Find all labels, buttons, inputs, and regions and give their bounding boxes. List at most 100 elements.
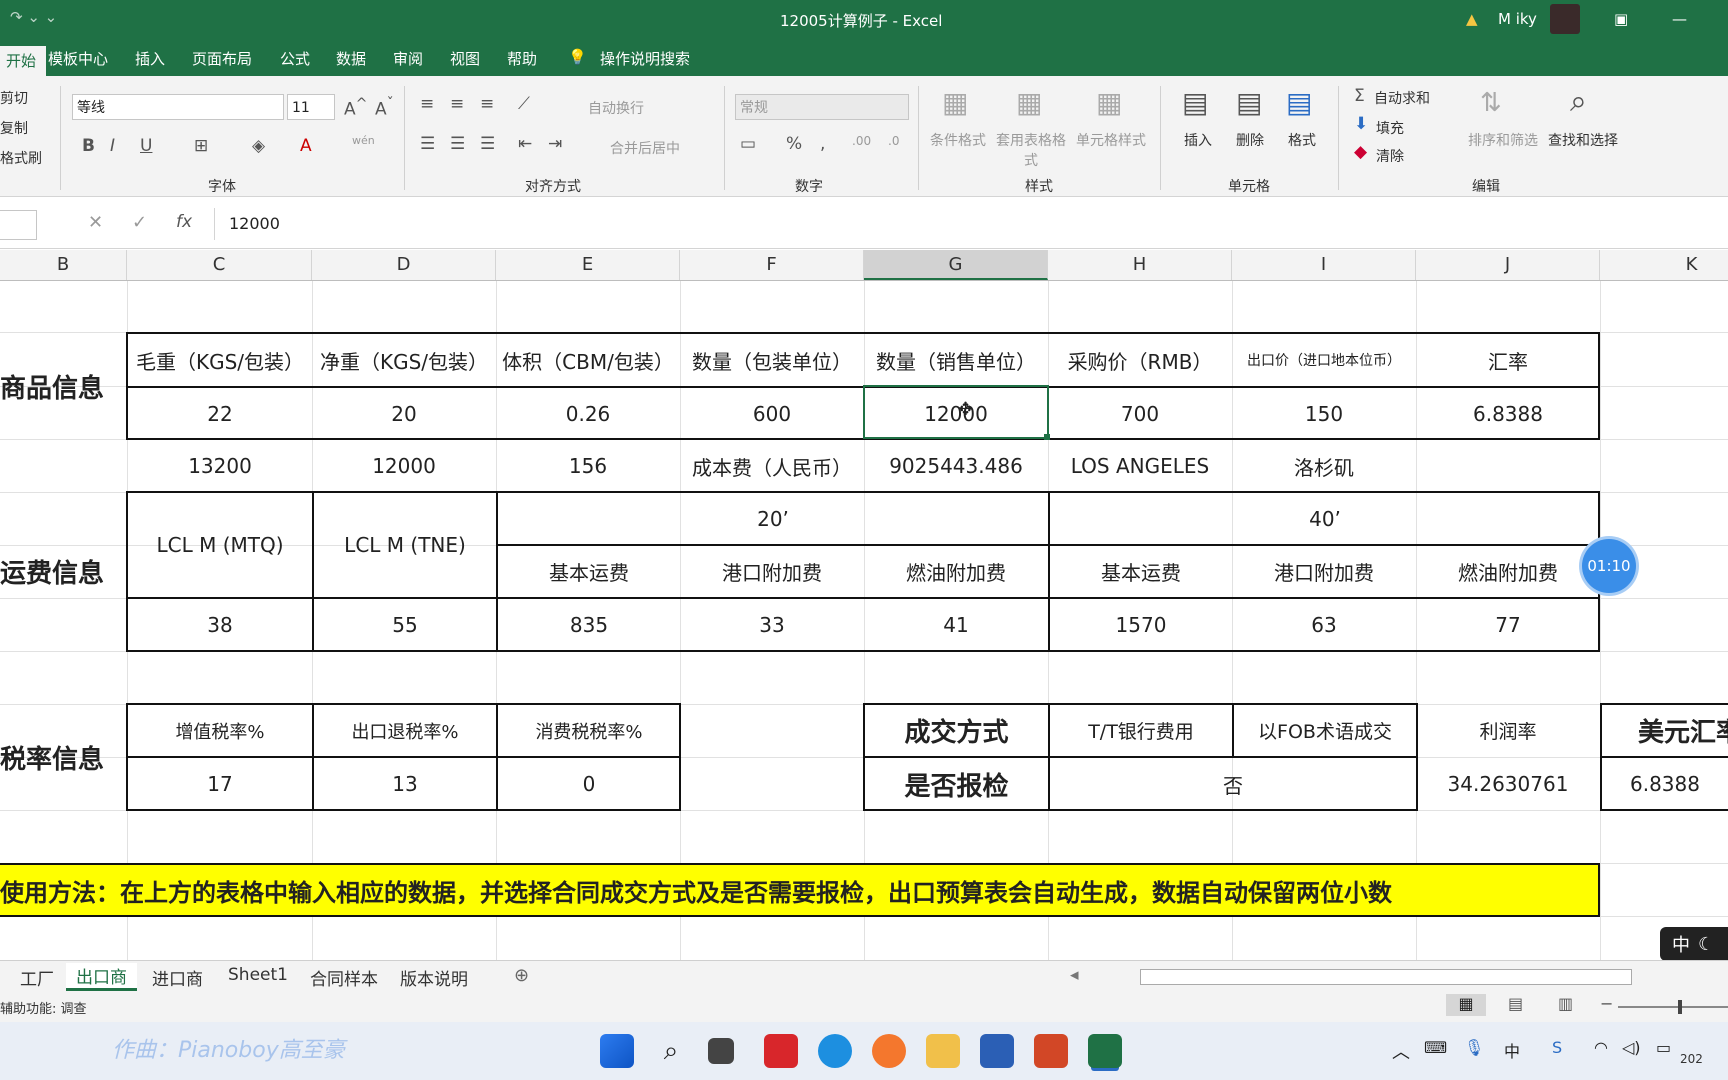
cell-j10[interactable]: 77 xyxy=(1416,599,1600,651)
cell-c10[interactable]: 38 xyxy=(128,599,312,651)
insert-cells-button[interactable]: 插入 xyxy=(1184,130,1212,150)
sheet-tab-factory[interactable]: 工厂 xyxy=(20,965,54,990)
font-size-select[interactable]: 11 xyxy=(287,94,335,120)
col-header-f[interactable]: F xyxy=(680,250,864,280)
col-header-i[interactable]: I xyxy=(1232,250,1416,280)
netease-music-icon[interactable] xyxy=(764,1034,798,1068)
align-bottom-icon[interactable]: ≡ xyxy=(480,94,494,114)
font-name-select[interactable]: 等线 xyxy=(72,94,284,120)
cell-g6[interactable]: 9025443.486 xyxy=(864,440,1048,492)
orientation-icon[interactable]: ⟋ xyxy=(518,94,530,114)
cell-h6[interactable]: LOS ANGELES xyxy=(1048,440,1232,492)
delete-cells-button[interactable]: 删除 xyxy=(1236,130,1264,150)
conditional-format-icon[interactable]: ▦ xyxy=(942,86,968,119)
sort-filter-icon[interactable]: ⇅ xyxy=(1480,88,1502,118)
profit-rate-value[interactable]: 34.2630761 xyxy=(1416,758,1600,810)
cell-h10[interactable]: 1570 xyxy=(1050,599,1232,651)
cancel-icon[interactable]: ✕ xyxy=(88,212,103,233)
tab-page-layout[interactable]: 页面布局 xyxy=(192,48,252,69)
ime-indicator[interactable]: 中 ☾ xyxy=(1660,927,1728,961)
tab-data[interactable]: 数据 xyxy=(336,48,366,69)
file-explorer-icon[interactable] xyxy=(926,1034,960,1068)
align-middle-icon[interactable]: ≡ xyxy=(450,94,464,114)
decrease-indent-icon[interactable]: ⇤ xyxy=(518,134,532,154)
border-icon[interactable]: ⊞ xyxy=(194,136,208,156)
insert-function-icon[interactable]: fx xyxy=(176,212,192,232)
search-icon[interactable]: ⌕ xyxy=(654,1034,688,1068)
col-header-k[interactable]: K xyxy=(1600,250,1728,280)
sheet-tab-sheet1[interactable]: Sheet1 xyxy=(228,965,288,985)
sheet-tab-contract[interactable]: 合同样本 xyxy=(310,965,378,990)
cell-e10[interactable]: 835 xyxy=(498,599,680,651)
system-clock[interactable]: 202 xyxy=(1680,1052,1703,1066)
autosum-icon[interactable]: Σ xyxy=(1354,86,1365,106)
sheet-tab-version[interactable]: 版本说明 xyxy=(400,965,468,990)
redo-icon[interactable]: ↷ ⌄ ⌄ xyxy=(10,8,57,26)
cut-button[interactable]: 剪切 xyxy=(0,88,28,108)
sheet-tab-importer[interactable]: 进口商 xyxy=(152,965,203,990)
table-format-button[interactable]: 套用表格格式 xyxy=(996,130,1066,170)
percent-icon[interactable]: % xyxy=(786,134,802,154)
cell-styles-button[interactable]: 单元格样式 xyxy=(1076,130,1146,150)
cell-g10[interactable]: 41 xyxy=(864,599,1048,651)
italic-icon[interactable]: I xyxy=(110,136,115,156)
tab-templates[interactable]: 模板中心 xyxy=(48,48,108,69)
align-center-icon[interactable]: ☰ xyxy=(450,134,465,154)
col-header-g[interactable]: G xyxy=(864,250,1048,280)
bold-icon[interactable]: B xyxy=(82,136,95,156)
cell-c13[interactable]: 17 xyxy=(128,758,312,810)
comma-icon[interactable]: , xyxy=(820,134,825,154)
fob-term-option[interactable]: 以FOB术语成交 xyxy=(1234,705,1416,756)
tab-help[interactable]: 帮助 xyxy=(507,48,537,69)
wifi-icon[interactable]: ◠ xyxy=(1594,1038,1608,1057)
cell-e5[interactable]: 0.26 xyxy=(496,388,680,440)
ime-tray-icon[interactable]: 中 xyxy=(1504,1038,1520,1062)
cell-d5[interactable]: 20 xyxy=(312,388,496,440)
delete-cells-icon[interactable]: ▤ xyxy=(1236,86,1262,119)
decrease-decimal-icon[interactable]: .0 xyxy=(888,134,899,148)
zoom-slider-thumb[interactable] xyxy=(1678,1000,1682,1014)
cell-h5[interactable]: 700 xyxy=(1048,388,1232,440)
col-header-c[interactable]: C xyxy=(127,250,312,280)
add-sheet-icon[interactable]: ⊕ xyxy=(514,965,529,986)
clear-button[interactable]: 清除 xyxy=(1376,146,1404,166)
tab-review[interactable]: 审阅 xyxy=(393,48,423,69)
tab-formulas[interactable]: 公式 xyxy=(280,48,310,69)
usd-rate-value[interactable]: 6.8388 xyxy=(1602,758,1728,810)
battery-icon[interactable]: ▭ xyxy=(1656,1038,1671,1057)
accounting-icon[interactable]: ▭ xyxy=(740,134,756,154)
page-break-view-icon[interactable]: ▥ xyxy=(1558,994,1573,1013)
cell-j5[interactable]: 6.8388 xyxy=(1416,388,1600,440)
edge-icon[interactable] xyxy=(818,1034,852,1068)
minimize-icon[interactable]: — xyxy=(1672,10,1687,28)
fill-color-icon[interactable]: ◈ xyxy=(252,136,265,156)
word-icon[interactable] xyxy=(980,1034,1014,1068)
font-color-icon[interactable]: A xyxy=(300,136,312,156)
clear-icon[interactable]: ◆ xyxy=(1354,142,1367,162)
volume-icon[interactable]: ◁) xyxy=(1622,1038,1641,1057)
fill-button[interactable]: 填充 xyxy=(1376,118,1404,138)
zoom-out-icon[interactable]: − xyxy=(1600,994,1613,1013)
conditional-format-button[interactable]: 条件格式 xyxy=(930,130,986,150)
excel-icon[interactable] xyxy=(1088,1034,1122,1068)
recording-timer[interactable]: 01:10 xyxy=(1582,539,1636,593)
autosum-button[interactable]: 自动求和 xyxy=(1374,88,1430,108)
tab-home[interactable]: 开始 xyxy=(0,46,47,79)
tray-chevron-icon[interactable]: ︿ xyxy=(1392,1038,1410,1064)
number-format-select[interactable]: 常规 xyxy=(735,94,909,120)
warning-icon[interactable]: ▲ xyxy=(1466,10,1478,28)
merge-center-button[interactable]: 合并后居中 xyxy=(610,138,680,158)
cell-d13[interactable]: 13 xyxy=(314,758,496,810)
fill-icon[interactable]: ⬇ xyxy=(1354,114,1368,134)
keyboard-icon[interactable]: ⌨ xyxy=(1424,1038,1447,1057)
format-cells-icon[interactable]: ▤ xyxy=(1286,86,1312,119)
cell-i10[interactable]: 63 xyxy=(1232,599,1416,651)
avatar[interactable] xyxy=(1550,4,1580,34)
table-format-icon[interactable]: ▦ xyxy=(1016,86,1042,119)
firefox-icon[interactable] xyxy=(872,1034,906,1068)
cell-i5[interactable]: 150 xyxy=(1232,388,1416,440)
increase-decimal-icon[interactable]: .00 xyxy=(852,134,871,148)
start-icon[interactable] xyxy=(600,1034,634,1068)
sheet-tab-exporter[interactable]: 出口商 xyxy=(66,963,137,991)
cell-styles-icon[interactable]: ▦ xyxy=(1096,86,1122,119)
